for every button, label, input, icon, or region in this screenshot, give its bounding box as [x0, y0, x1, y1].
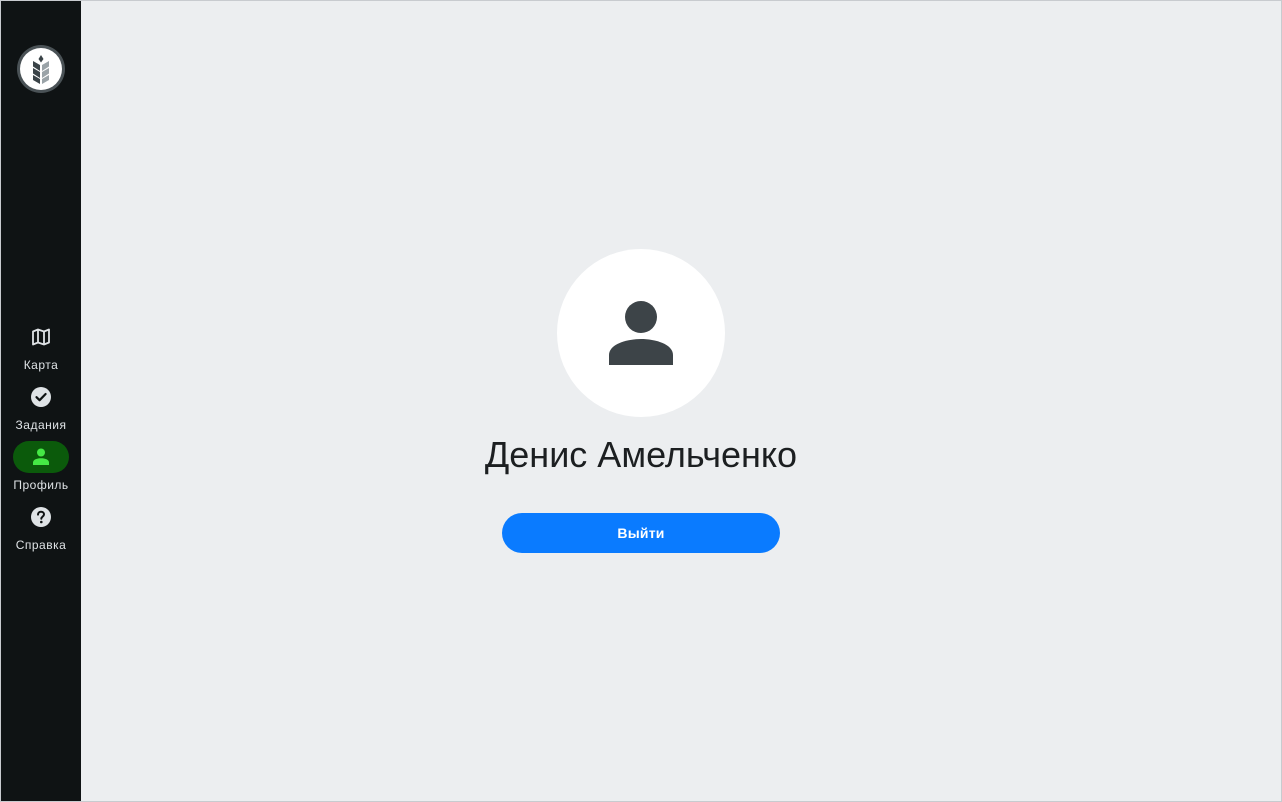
user-name: Денис Амельченко — [484, 434, 798, 475]
sidebar: Карта Задания Профиль Справка — [1, 1, 81, 801]
sidebar-item-label: Справка — [15, 538, 67, 552]
person-icon — [609, 301, 673, 365]
sidebar-item-help[interactable]: Справка — [1, 501, 81, 561]
sidebar-item-tasks[interactable]: Задания — [1, 381, 81, 441]
avatar — [557, 249, 725, 417]
person-icon — [33, 448, 49, 465]
app-window: Карта Задания Профиль Справка Денис Амел… — [0, 0, 1282, 802]
nav-pill — [13, 321, 69, 353]
sidebar-item-label: Профиль — [13, 478, 69, 492]
wheat-logo-icon — [33, 55, 49, 84]
sidebar-item-profile[interactable]: Профиль — [1, 441, 81, 501]
app-logo[interactable] — [17, 45, 65, 93]
nav-pill — [13, 501, 69, 533]
sidebar-item-label: Задания — [15, 418, 67, 432]
logo-badge — [20, 48, 62, 90]
sidebar-item-map[interactable]: Карта — [1, 321, 81, 381]
profile-page: Денис Амельченко Выйти — [81, 1, 1281, 801]
nav-pill — [13, 381, 69, 413]
check-circle-icon — [31, 387, 51, 407]
sidebar-nav: Карта Задания Профиль Справка — [1, 321, 81, 561]
map-icon — [32, 328, 50, 346]
sidebar-item-label: Карта — [23, 358, 59, 372]
help-circle-icon — [31, 507, 51, 527]
nav-pill-active — [13, 441, 69, 473]
logout-button[interactable]: Выйти — [502, 513, 780, 553]
